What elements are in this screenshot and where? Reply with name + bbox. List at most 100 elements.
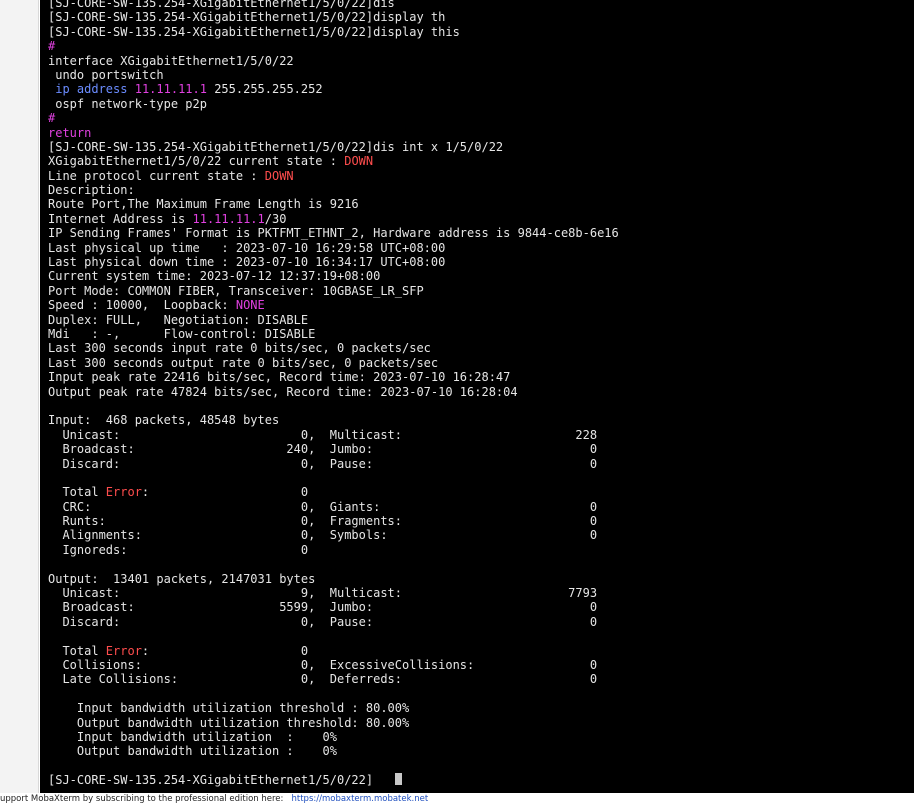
terminal-line: Unicast: 0, Multicast: 228 <box>48 428 619 442</box>
terminal-text-segment: 11.11.11.1 <box>192 211 265 226</box>
terminal-line: return <box>48 126 619 140</box>
terminal-text-segment: IP Sending Frames' Format is PKTFMT_ETHN… <box>48 226 619 241</box>
mobaxterm-website-link[interactable]: https://mobaxterm.mobatek.net <box>292 794 429 804</box>
status-bar: upport MobaXterm by subscribing to the p… <box>0 793 914 805</box>
terminal-text-segment: CRC: 0, Giants: 0 <box>48 499 598 514</box>
terminal-text-segment: ospf network-type p2p <box>48 96 207 111</box>
terminal-line: Output: 13401 packets, 2147031 bytes <box>48 572 619 586</box>
terminal-text-segment: /30 <box>264 211 287 226</box>
terminal-text-segment: Late Collisions: 0, Deferreds: 0 <box>48 672 598 687</box>
terminal-line: [SJ-CORE-SW-135.254-XGigabitEthernet1/5/… <box>48 140 619 154</box>
terminal-text-segment: # <box>48 39 56 54</box>
terminal-line: Input peak rate 22416 bits/sec, Record t… <box>48 370 619 384</box>
terminal-line: Runts: 0, Fragments: 0 <box>48 514 619 528</box>
terminal-line: IP Sending Frames' Format is PKTFMT_ETHN… <box>48 226 619 240</box>
terminal-line: Broadcast: 5599, Jumbo: 0 <box>48 600 619 614</box>
terminal-line: [SJ-CORE-SW-135.254-XGigabitEthernet1/5/… <box>48 10 619 24</box>
terminal-line: Port Mode: COMMON FIBER, Transceiver: 10… <box>48 284 619 298</box>
sidebar-panel[interactable] <box>0 0 39 793</box>
terminal-text-segment: Input bandwidth utilization threshold : … <box>48 701 410 716</box>
terminal-line: Ignoreds: 0 <box>48 543 619 557</box>
terminal-text-segment: ip address <box>48 82 128 97</box>
terminal-line: Discard: 0, Pause: 0 <box>48 615 619 629</box>
terminal-text-segment: [SJ-CORE-SW-135.254-XGigabitEthernet1/5/… <box>48 139 504 154</box>
terminal-text-segment: Speed : 10000, Loopback: <box>48 298 236 313</box>
terminal-text-segment: Last physical up time : 2023-07-10 16:29… <box>48 240 446 255</box>
terminal-line: [SJ-CORE-SW-135.254-XGigabitEthernet1/5/… <box>48 25 619 39</box>
terminal-text-segment: undo portswitch <box>48 67 164 82</box>
terminal-text-segment: Collisions: 0, ExcessiveCollisions: 0 <box>48 657 598 672</box>
terminal-text-segment: : 0 <box>141 643 309 658</box>
terminal-output: [SJ-CORE-SW-135.254-XGigabitEthernet1/5/… <box>48 0 619 787</box>
terminal-line: Last physical down time : 2023-07-10 16:… <box>48 255 619 269</box>
terminal-line: Route Port,The Maximum Frame Length is 9… <box>48 197 619 211</box>
terminal-text-segment: DOWN <box>264 168 294 183</box>
terminal-line: Speed : 10000, Loopback: NONE <box>48 298 619 312</box>
terminal-line: Discard: 0, Pause: 0 <box>48 457 619 471</box>
terminal-text-segment: [SJ-CORE-SW-135.254-XGigabitEthernet1/5/… <box>48 24 460 39</box>
terminal-text-segment: Mdi : -, Flow-control: DISABLE <box>48 326 316 341</box>
terminal-line: Unicast: 9, Multicast: 7793 <box>48 586 619 600</box>
terminal-line: XGigabitEthernet1/5/0/22 current state :… <box>48 154 619 168</box>
terminal-text-segment: Broadcast: 240, Jumbo: 0 <box>48 442 598 457</box>
terminal-text-segment: NONE <box>235 298 265 313</box>
terminal-text-segment: Route Port,The Maximum Frame Length is 9… <box>48 197 359 212</box>
terminal-line: ip address 11.11.11.1 255.255.255.252 <box>48 82 619 96</box>
status-message: upport MobaXterm by subscribing to the p… <box>0 794 284 804</box>
terminal-text-segment: DOWN <box>344 154 374 169</box>
terminal-session[interactable]: [SJ-CORE-SW-135.254-XGigabitEthernet1/5/… <box>40 0 914 793</box>
terminal-text-segment: Broadcast: 5599, Jumbo: 0 <box>48 600 598 615</box>
terminal-line: Output peak rate 47824 bits/sec, Record … <box>48 385 619 399</box>
terminal-text-segment: [SJ-CORE-SW-135.254-XGigabitEthernet1/5/… <box>48 0 395 10</box>
terminal-line: Last 300 seconds output rate 0 bits/sec,… <box>48 356 619 370</box>
terminal-text-segment: Last 300 seconds input rate 0 bits/sec, … <box>48 341 431 356</box>
terminal-text-segment: 255.255.255.252 <box>206 82 323 97</box>
terminal-text-segment: Line protocol current state : <box>48 168 265 183</box>
terminal-line: Broadcast: 240, Jumbo: 0 <box>48 442 619 456</box>
terminal-text-segment: Output: 13401 packets, 2147031 bytes <box>48 571 316 586</box>
terminal-text-segment: Current system time: 2023-07-12 12:37:19… <box>48 269 381 284</box>
terminal-line: Output bandwidth utilization : 0% <box>48 744 619 758</box>
terminal-line: Duplex: FULL, Negotiation: DISABLE <box>48 313 619 327</box>
terminal-line: Late Collisions: 0, Deferreds: 0 <box>48 672 619 686</box>
text-cursor-icon <box>394 773 402 786</box>
terminal-text-segment: # <box>48 111 56 126</box>
terminal-text-segment: Port Mode: COMMON FIBER, Transceiver: 10… <box>48 283 424 298</box>
mobaxterm-window: [SJ-CORE-SW-135.254-XGigabitEthernet1/5/… <box>0 0 914 805</box>
terminal-text-segment: [SJ-CORE-SW-135.254-XGigabitEthernet1/5/… <box>48 10 446 25</box>
terminal-line: undo portswitch <box>48 68 619 82</box>
terminal-text-segment: Alignments: 0, Symbols: 0 <box>48 528 598 543</box>
terminal-line: Alignments: 0, Symbols: 0 <box>48 528 619 542</box>
terminal-text-segment: Discard: 0, Pause: 0 <box>48 614 598 629</box>
terminal-prompt-line[interactable]: [SJ-CORE-SW-135.254-XGigabitEthernet1/5/… <box>48 773 619 787</box>
terminal-line: interface XGigabitEthernet1/5/0/22 <box>48 54 619 68</box>
terminal-text-segment: Output bandwidth utilization : 0% <box>48 744 337 759</box>
terminal-line: ospf network-type p2p <box>48 97 619 111</box>
terminal-line: Internet Address is 11.11.11.1/30 <box>48 212 619 226</box>
terminal-text-segment: Last 300 seconds output rate 0 bits/sec,… <box>48 355 439 370</box>
terminal-text-segment: Error <box>105 643 142 658</box>
terminal-text-segment: Output peak rate 47824 bits/sec, Record … <box>48 384 518 399</box>
terminal-text-segment: Unicast: 0, Multicast: 228 <box>48 427 598 442</box>
terminal-line: Total Error: 0 <box>48 644 619 658</box>
terminal-line: Description: <box>48 183 619 197</box>
terminal-text-segment: 11.11.11.1 <box>134 82 207 97</box>
terminal-text-segment: Input: 468 packets, 48548 bytes <box>48 413 280 428</box>
terminal-text-segment: Description: <box>48 183 135 198</box>
terminal-text-segment: Total <box>48 643 106 658</box>
terminal-text-segment: XGigabitEthernet1/5/0/22 current state : <box>48 154 345 169</box>
terminal-text-segment: Unicast: 9, Multicast: 7793 <box>48 586 598 601</box>
terminal-line: Current system time: 2023-07-12 12:37:19… <box>48 269 619 283</box>
terminal-line: Total Error: 0 <box>48 485 619 499</box>
terminal-text-segment: Error <box>105 485 142 500</box>
terminal-text-segment: Duplex: FULL, Negotiation: DISABLE <box>48 312 309 327</box>
terminal-line: Input bandwidth utilization threshold : … <box>48 701 619 715</box>
terminal-line: Input: 468 packets, 48548 bytes <box>48 413 619 427</box>
terminal-text-segment: Total <box>48 485 106 500</box>
